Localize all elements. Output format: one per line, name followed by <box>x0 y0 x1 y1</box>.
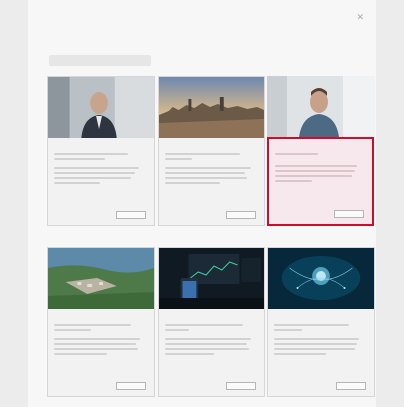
card-text-lines <box>275 165 364 185</box>
card-image-underwater-network <box>268 248 374 309</box>
card-text-lines <box>165 167 256 187</box>
header: ✕ <box>48 12 366 27</box>
close-icon[interactable]: ✕ <box>356 12 364 23</box>
card-button[interactable] <box>226 382 256 390</box>
card-image-portrait-man <box>48 77 154 138</box>
card-text-lines <box>54 338 146 358</box>
card-image-aerial-town <box>48 248 154 309</box>
article-card[interactable] <box>47 247 155 397</box>
card-image-city-skyline <box>159 77 264 138</box>
filter-pill[interactable] <box>49 55 151 66</box>
article-card[interactable] <box>267 247 375 397</box>
article-card[interactable] <box>158 76 265 226</box>
page: ✕ <box>28 0 376 407</box>
article-card-highlighted[interactable] <box>267 137 374 226</box>
card-text-lines <box>275 153 364 158</box>
card-text-lines <box>54 167 146 187</box>
card-image-portrait-man-office <box>267 76 375 137</box>
card-button[interactable] <box>226 211 256 219</box>
card-text-lines <box>54 153 146 163</box>
card-button[interactable] <box>116 382 146 390</box>
card-text-lines <box>54 324 146 334</box>
card-text-lines <box>274 324 366 334</box>
card-image-trading-screens <box>159 248 264 309</box>
card-text-lines <box>165 338 256 358</box>
card-button[interactable] <box>116 211 146 219</box>
card-text-lines <box>165 324 256 334</box>
card-text-lines <box>165 153 256 163</box>
card-button[interactable] <box>334 210 364 218</box>
card-text-lines <box>274 338 366 358</box>
card-button[interactable] <box>336 382 366 390</box>
article-card[interactable] <box>158 247 265 397</box>
article-card[interactable] <box>47 76 155 226</box>
